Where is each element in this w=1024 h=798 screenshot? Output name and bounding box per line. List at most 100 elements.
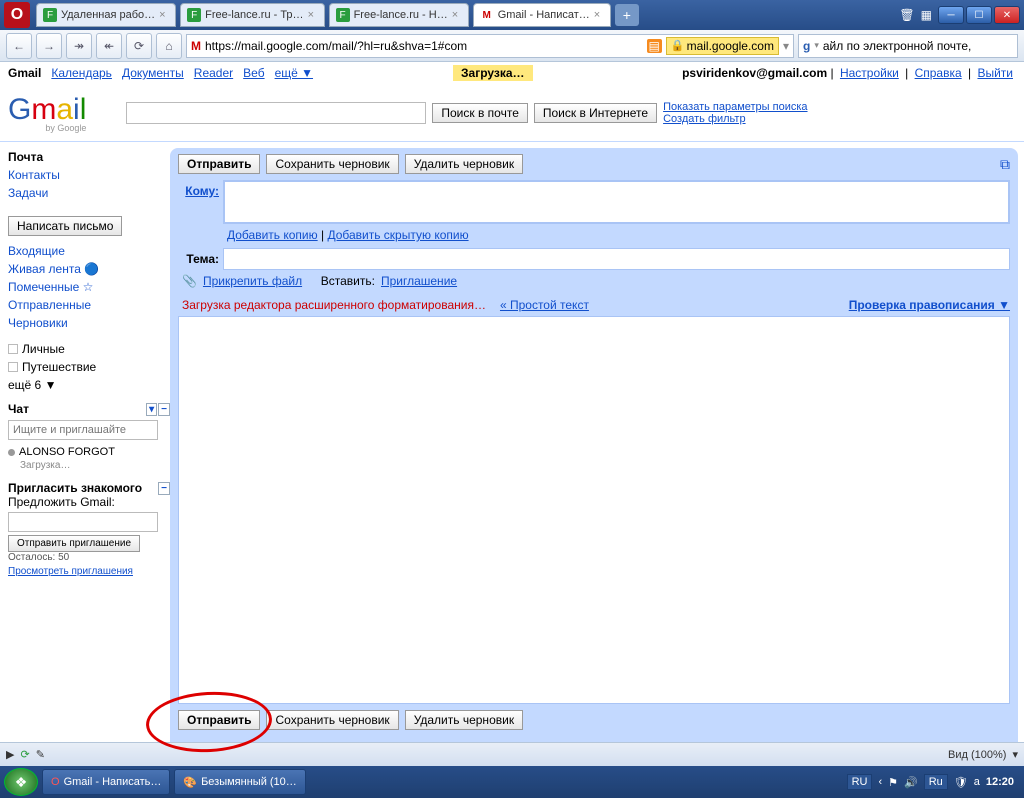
signout-link[interactable]: Выйти	[977, 66, 1013, 80]
to-label[interactable]: Кому:	[185, 184, 219, 198]
spellcheck-link[interactable]: Проверка правописания ▼	[849, 298, 1010, 312]
window-close-button[interactable]: ✕	[994, 6, 1020, 24]
tray-ru-icon[interactable]: Ru	[924, 774, 948, 790]
tray-network-icon[interactable]: ⚑	[888, 776, 898, 789]
invite-email-input[interactable]	[8, 512, 158, 532]
opera-menu-button[interactable]: O	[4, 2, 30, 28]
browser-tab[interactable]: FFree-lance.ru - Н…×	[329, 3, 469, 27]
nav-drafts[interactable]: Черновики	[8, 314, 170, 332]
send-button-bottom[interactable]: Отправить	[178, 710, 260, 730]
minimize-button[interactable]: ─	[938, 6, 964, 24]
status-wand-icon[interactable]: ✎	[36, 748, 45, 761]
chat-minimize-icon[interactable]: −	[158, 403, 170, 416]
opera-status-bar: ▶ ⟳ ✎ Вид (100%) ▾	[0, 742, 1024, 766]
browser-tab[interactable]: FУдаленная рабо…×	[36, 3, 176, 27]
forward-button[interactable]: →	[36, 33, 62, 59]
subject-input[interactable]	[223, 248, 1010, 270]
invite-label: Предложить Gmail:	[8, 495, 170, 509]
save-draft-button-top[interactable]: Сохранить черновик	[266, 154, 398, 174]
fastforward-button[interactable]: ↞	[96, 33, 122, 59]
browser-search[interactable]: g▾	[798, 34, 1018, 58]
opera-titlebar: O FУдаленная рабо…× FFree-lance.ru - Тр……	[0, 0, 1024, 30]
show-search-options[interactable]: Показать параметры поиска	[663, 101, 807, 113]
favicon-icon: F	[43, 8, 57, 22]
rewind-button[interactable]: ↠	[66, 33, 92, 59]
create-filter[interactable]: Создать фильтр	[663, 113, 807, 125]
reload-button[interactable]: ⟳	[126, 33, 152, 59]
start-button[interactable]: ❖	[4, 768, 38, 796]
tab-close-icon[interactable]: ×	[452, 9, 464, 21]
label-item[interactable]: Путешествие	[8, 358, 170, 376]
nav-tasks[interactable]: Задачи	[8, 184, 170, 202]
send-invite-button[interactable]: Отправить приглашение	[8, 535, 140, 552]
maximize-button[interactable]: ☐	[966, 6, 992, 24]
nav-mail[interactable]: Почта	[8, 148, 170, 166]
chat-toggle-icon[interactable]: ▾	[146, 403, 157, 416]
address-bar[interactable]: M https://mail.google.com/mail/?hl=ru&sh…	[186, 34, 794, 58]
save-draft-button-bottom[interactable]: Сохранить черновик	[266, 710, 398, 730]
view-invites-link[interactable]: Просмотреть приглашения	[8, 566, 133, 577]
labels-more[interactable]: ещё 6 ▼	[8, 376, 170, 394]
trash-icon[interactable]: 🗑	[899, 8, 914, 22]
gbar-link[interactable]: Календарь	[51, 66, 112, 80]
search-web-button[interactable]: Поиск в Интернете	[534, 103, 657, 123]
status-sync-icon[interactable]: ⟳	[20, 748, 29, 761]
nav-buzz[interactable]: Живая лента 🔵	[8, 260, 170, 278]
discard-button-top[interactable]: Удалить черновик	[405, 154, 523, 174]
nav-contacts[interactable]: Контакты	[8, 166, 170, 184]
tray-shield-icon[interactable]: 🛡	[954, 776, 968, 789]
gbar-link[interactable]: Документы	[122, 66, 184, 80]
gbar-link[interactable]: Reader	[194, 66, 233, 80]
nav-inbox[interactable]: Входящие	[8, 242, 170, 260]
compose-panel: Отправить Сохранить черновик Удалить чер…	[170, 148, 1018, 742]
clock[interactable]: 12:20	[986, 776, 1014, 788]
add-bcc-link[interactable]: Добавить скрытую копию	[327, 228, 468, 242]
nav-starred[interactable]: Помеченные ☆	[8, 278, 170, 296]
rss-icon[interactable]: ▤	[647, 39, 662, 53]
panel-icon[interactable]: ▦	[921, 8, 932, 22]
tab-close-icon[interactable]: ×	[594, 9, 606, 21]
message-body-editor[interactable]	[178, 316, 1010, 704]
new-tab-button[interactable]: +	[615, 4, 639, 26]
attach-file-link[interactable]: Прикрепить файл	[203, 274, 302, 288]
zoom-indicator[interactable]: Вид (100%)	[948, 749, 1006, 761]
tray-a-icon[interactable]: a	[974, 776, 980, 788]
gbar-more[interactable]: ещё ▼	[275, 66, 313, 80]
tray-volume-icon[interactable]: 🔊	[904, 776, 918, 789]
status-play-icon[interactable]: ▶	[6, 748, 14, 761]
gbar-link[interactable]: Gmail	[8, 66, 41, 80]
search-input[interactable]	[823, 39, 1013, 53]
tab-close-icon[interactable]: ×	[159, 9, 171, 21]
tray-icon[interactable]: ‹	[878, 776, 882, 788]
zoom-dropdown-icon[interactable]: ▾	[1012, 748, 1018, 761]
nav-sent[interactable]: Отправленные	[8, 296, 170, 314]
chat-contact[interactable]: ALONSO FORGOT	[8, 444, 170, 460]
popout-icon[interactable]: ⧉	[1000, 156, 1010, 173]
dropdown-icon[interactable]: ▾	[814, 40, 819, 51]
browser-tab[interactable]: FFree-lance.ru - Тр…×	[180, 3, 324, 27]
gbar-link[interactable]: Веб	[243, 66, 264, 80]
settings-link[interactable]: Настройки	[840, 66, 899, 80]
insert-invitation-link[interactable]: Приглашение	[381, 274, 457, 288]
plain-text-link[interactable]: « Простой текст	[500, 298, 589, 312]
add-cc-link[interactable]: Добавить копию	[227, 228, 318, 242]
send-button-top[interactable]: Отправить	[178, 154, 260, 174]
to-input[interactable]	[223, 180, 1010, 224]
language-indicator[interactable]: RU	[847, 774, 873, 790]
invite-minimize-icon[interactable]: −	[158, 482, 170, 495]
back-button[interactable]: ←	[6, 33, 32, 59]
chat-search-input[interactable]	[8, 420, 158, 440]
taskbar-app[interactable]: 🎨Безымянный (10…	[174, 769, 305, 795]
tab-close-icon[interactable]: ×	[308, 9, 320, 21]
mail-search-input[interactable]	[126, 102, 426, 124]
help-link[interactable]: Справка	[915, 66, 962, 80]
discard-button-bottom[interactable]: Удалить черновик	[405, 710, 523, 730]
security-badge[interactable]: 🔒mail.google.com	[666, 37, 779, 55]
browser-tab-active[interactable]: MGmail - Написат…×	[473, 3, 611, 27]
taskbar-app[interactable]: OGmail - Написать…	[42, 769, 170, 795]
dropdown-icon[interactable]: ▾	[783, 39, 789, 53]
search-mail-button[interactable]: Поиск в почте	[432, 103, 528, 123]
home-button[interactable]: ⌂	[156, 33, 182, 59]
compose-button[interactable]: Написать письмо	[8, 216, 122, 236]
label-item[interactable]: Личные	[8, 340, 170, 358]
